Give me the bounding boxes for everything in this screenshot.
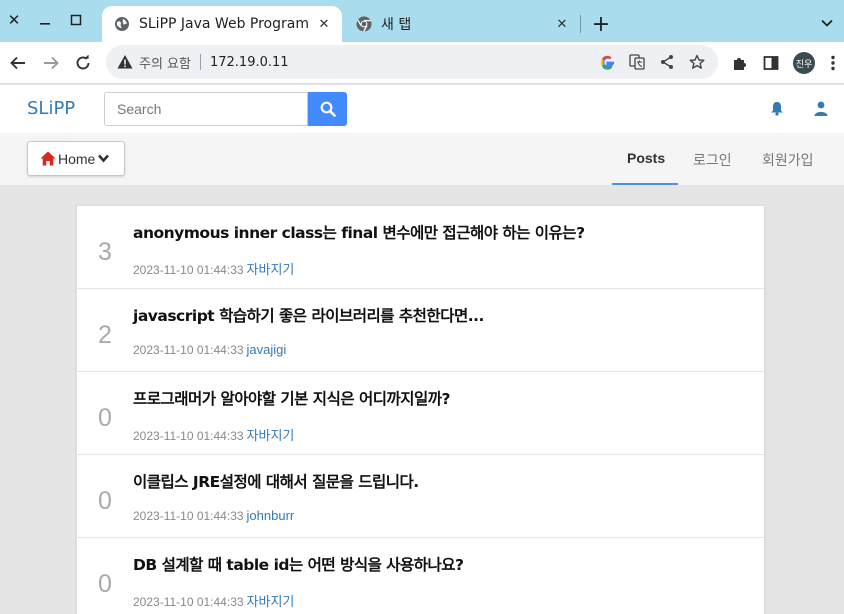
post-list: 3 anonymous inner class는 final 변수에만 접근해야…	[76, 205, 765, 614]
search-icon	[320, 101, 336, 117]
home-icon	[40, 151, 56, 166]
post-meta: 2023-11-10 01:44:33 자바지기	[133, 425, 294, 444]
chevron-down-icon	[98, 154, 110, 163]
globe-icon	[115, 17, 129, 31]
post-subject-link[interactable]: DB 설계할 때 table id는 어떤 방식을 사용하나요?	[133, 553, 464, 575]
omnibox-divider	[199, 54, 201, 70]
nav-link-login[interactable]: 로그인	[693, 150, 732, 170]
forward-icon[interactable]	[37, 49, 65, 77]
browser-tab-strip: ✕ SLiPP Java Web Program ✕ 새 탭 ✕ +	[0, 0, 844, 42]
search-button[interactable]	[308, 92, 347, 126]
post-author-link[interactable]: javajigi	[247, 342, 287, 357]
nav-link-signup[interactable]: 회원가입	[762, 150, 814, 170]
warning-icon	[117, 55, 133, 69]
share-icon[interactable]	[652, 47, 682, 77]
close-window-icon[interactable]: ✕	[2, 8, 26, 32]
post-meta: 2023-11-10 01:44:33 자바지기	[133, 259, 294, 278]
post-date: 2023-11-10 01:44:33	[133, 595, 244, 609]
post-author-link[interactable]: johnburr	[247, 508, 295, 523]
tab-slipp[interactable]: SLiPP Java Web Program ✕	[102, 6, 342, 42]
security-label[interactable]: 주의 요함	[139, 53, 191, 72]
post-subject-link[interactable]: javascript 학습하기 좋은 라이브러리를 추천한다면...	[133, 304, 484, 326]
url-text[interactable]: 172.19.0.11	[210, 55, 592, 70]
new-tab-icon[interactable]: +	[588, 11, 614, 37]
answer-count: 2	[98, 321, 112, 349]
answer-count: 0	[98, 487, 112, 515]
post-date: 2023-11-10 01:44:33	[133, 263, 244, 277]
back-icon[interactable]	[4, 49, 32, 77]
tab-title: 새 탭	[381, 17, 412, 33]
bell-icon[interactable]	[768, 99, 786, 117]
post-subject-link[interactable]: 이클립스 JRE설정에 대해서 질문을 드립니다.	[133, 470, 419, 492]
post-meta: 2023-11-10 01:44:33 johnburr	[133, 508, 294, 523]
reload-icon[interactable]	[69, 49, 97, 77]
post-subject-link[interactable]: 프로그래머가 알아야할 기본 지식은 어디까지일까?	[133, 387, 451, 409]
google-icon[interactable]	[592, 47, 622, 77]
profile-avatar[interactable]: 진우	[793, 52, 815, 74]
tab-close-icon[interactable]: ✕	[552, 14, 572, 34]
list-item: 3 anonymous inner class는 final 변수에만 접근해야…	[77, 206, 764, 289]
post-author-link[interactable]: 자바지기	[247, 594, 295, 609]
search-input[interactable]	[104, 92, 308, 126]
translate-icon[interactable]	[622, 47, 652, 77]
chevron-down-icon[interactable]	[816, 12, 838, 34]
answer-count: 3	[98, 238, 112, 266]
nav-link-posts[interactable]: Posts	[627, 150, 665, 166]
minimize-window-icon[interactable]	[33, 8, 57, 32]
answer-count: 0	[98, 404, 112, 432]
tab-close-icon[interactable]: ✕	[314, 14, 334, 34]
tab-new-tab[interactable]: 새 탭 ✕	[344, 6, 580, 42]
maximize-window-icon[interactable]	[64, 8, 88, 32]
sub-navbar: Home Posts 로그인 회원가입	[0, 133, 844, 186]
address-bar[interactable]: 주의 요함 172.19.0.11	[106, 45, 718, 79]
site-brand[interactable]: SLiPP	[27, 98, 75, 119]
bookmark-star-icon[interactable]	[682, 47, 712, 77]
browser-toolbar: 주의 요함 172.19.0.11 진우	[0, 42, 844, 84]
extensions-puzzle-icon[interactable]	[726, 49, 754, 77]
tab-separator	[580, 15, 581, 33]
list-item: 0 프로그래머가 알아야할 기본 지식은 어디까지일까? 2023-11-10 …	[77, 372, 764, 455]
user-icon[interactable]	[812, 99, 830, 117]
more-menu-icon[interactable]	[822, 49, 844, 77]
post-date: 2023-11-10 01:44:33	[133, 343, 244, 357]
side-panel-icon[interactable]	[757, 49, 785, 77]
post-author-link[interactable]: 자바지기	[247, 428, 295, 443]
home-label: Home	[58, 150, 96, 167]
tab-title: SLiPP Java Web Program	[139, 16, 309, 32]
post-meta: 2023-11-10 01:44:33 javajigi	[133, 342, 286, 357]
post-author-link[interactable]: 자바지기	[247, 262, 295, 277]
active-tab-indicator	[612, 183, 678, 185]
list-item: 0 이클립스 JRE설정에 대해서 질문을 드립니다. 2023-11-10 0…	[77, 455, 764, 538]
home-dropdown-button[interactable]: Home	[27, 141, 125, 176]
answer-count: 0	[98, 570, 112, 598]
post-meta: 2023-11-10 01:44:33 자바지기	[133, 591, 294, 610]
post-date: 2023-11-10 01:44:33	[133, 429, 244, 443]
post-date: 2023-11-10 01:44:33	[133, 509, 244, 523]
list-item: 0 DB 설계할 때 table id는 어떤 방식을 사용하나요? 2023-…	[77, 538, 764, 614]
site-navbar: SLiPP	[0, 85, 844, 133]
chrome-icon	[356, 16, 372, 32]
post-subject-link[interactable]: anonymous inner class는 final 변수에만 접근해야 하…	[133, 221, 585, 243]
list-item: 2 javascript 학습하기 좋은 라이브러리를 추천한다면... 202…	[77, 289, 764, 372]
